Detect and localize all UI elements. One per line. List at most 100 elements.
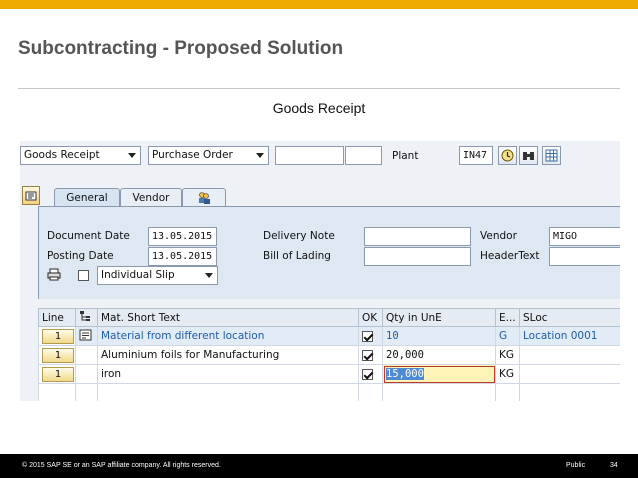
table-row	[38, 383, 620, 401]
col-ok[interactable]: OK	[358, 308, 383, 327]
qty-cell[interactable]: 20,000	[382, 345, 496, 365]
material-text-cell: iron	[97, 364, 359, 384]
delivery-note-input[interactable]	[364, 227, 471, 246]
ok-cell[interactable]	[358, 345, 383, 365]
sloc-cell[interactable]	[519, 345, 620, 365]
line-cell[interactable]: 1	[38, 326, 76, 346]
empty-cell	[358, 383, 383, 401]
col-qty[interactable]: Qty in UnE	[382, 308, 496, 327]
copyright-text: © 2015 SAP SE or an SAP affiliate compan…	[22, 462, 221, 469]
ok-cell[interactable]	[358, 364, 383, 384]
table-row[interactable]: 1 Aluminium foils for Manufacturing 20,0…	[38, 345, 620, 365]
delivery-note-label: Delivery Note	[263, 230, 335, 242]
top-accent-bar	[0, 0, 638, 9]
print-icon[interactable]	[47, 268, 61, 281]
line-button[interactable]: 1	[42, 328, 74, 344]
col-line[interactable]: Line	[38, 308, 76, 327]
overview-button[interactable]	[542, 146, 561, 165]
ok-checkbox[interactable]	[362, 349, 373, 361]
line-cell[interactable]: 1	[38, 364, 76, 384]
slip-select[interactable]: Individual Slip	[97, 266, 218, 285]
printer-icon	[47, 268, 61, 281]
posting-date-label: Posting Date	[47, 250, 114, 262]
bill-of-lading-input[interactable]	[364, 247, 471, 266]
col-sloc[interactable]: SLoc	[519, 308, 620, 327]
vendor-label: Vendor	[480, 230, 517, 242]
slide-subtitle: Goods Receipt	[272, 100, 366, 116]
transaction-select[interactable]: Goods Receipt	[20, 146, 141, 165]
empty-cell	[382, 383, 496, 401]
empty-cell	[495, 383, 520, 401]
line-cell[interactable]: 1	[38, 345, 76, 365]
sloc-cell[interactable]	[519, 364, 620, 384]
chevron-down-icon	[128, 153, 136, 158]
empty-cell	[75, 383, 98, 401]
empty-cell	[97, 383, 359, 401]
slip-select-value: Individual Slip	[101, 269, 175, 281]
col-structure[interactable]	[75, 308, 98, 327]
tab-vendor-label: Vendor	[132, 192, 170, 204]
slide-title: Subcontracting - Proposed Solution	[18, 38, 344, 59]
item-grid: Line Mat. Short Text OK Qty in UnE E... …	[38, 308, 620, 401]
slide-footer: © 2015 SAP SE or an SAP affiliate compan…	[0, 454, 638, 478]
ok-checkbox[interactable]	[362, 330, 373, 342]
tree-structure-icon	[80, 311, 90, 321]
execute-icon	[501, 149, 514, 162]
structure-cell[interactable]	[75, 326, 98, 346]
classification-text: Public	[566, 462, 586, 469]
print-checkbox[interactable]	[78, 270, 89, 281]
qty-selected-text[interactable]: 15,000	[386, 368, 424, 380]
plant-input[interactable]: IN47	[459, 146, 493, 165]
document-date-label: Document Date	[47, 230, 130, 242]
sap-migo-screen: Goods Receipt Purchase Order Plant IN47 …	[20, 141, 620, 401]
material-text-cell: Aluminium foils for Manufacturing	[97, 345, 359, 365]
tab-partners[interactable]	[182, 188, 226, 207]
empty-cell	[38, 383, 76, 401]
line-button[interactable]: 1	[42, 347, 74, 363]
execute-button[interactable]	[498, 146, 517, 165]
structure-cell	[75, 345, 98, 365]
tab-general-label: General	[66, 192, 108, 204]
table-row[interactable]: 1 Material from different location 10 G …	[38, 326, 620, 346]
table-icon	[545, 149, 558, 162]
partners-icon	[199, 192, 210, 204]
plant-label: Plant	[392, 150, 419, 162]
title-divider	[18, 88, 620, 89]
document-icon	[25, 191, 37, 200]
bill-of-lading-label: Bill of Lading	[263, 250, 331, 262]
structure-cell	[75, 364, 98, 384]
ok-cell[interactable]	[358, 326, 383, 346]
line-button[interactable]: 1	[42, 366, 74, 382]
subcontract-header-icon	[79, 329, 92, 340]
detail-toggle-button[interactable]	[22, 186, 40, 205]
reference-select[interactable]: Purchase Order	[148, 146, 269, 165]
header-text-label: HeaderText	[480, 250, 540, 262]
document-number-input[interactable]	[275, 146, 344, 165]
page-number: 34	[610, 462, 618, 469]
tab-general[interactable]: General	[54, 188, 120, 207]
document-year-input[interactable]	[345, 146, 382, 165]
unit-cell: KG	[495, 364, 520, 384]
transaction-select-value: Goods Receipt	[24, 149, 100, 161]
col-unit[interactable]: E...	[495, 308, 520, 327]
document-date-input[interactable]: 13.05.2015	[148, 227, 217, 246]
col-material-text[interactable]: Mat. Short Text	[97, 308, 359, 327]
sloc-cell[interactable]: Location 0001	[519, 326, 620, 346]
find-button[interactable]	[519, 146, 538, 165]
unit-cell: KG	[495, 345, 520, 365]
posting-date-input[interactable]: 13.05.2015	[148, 247, 217, 266]
chevron-down-icon	[205, 273, 213, 278]
qty-cell-editing[interactable]: 15,000	[382, 364, 496, 384]
unit-cell: G	[495, 326, 520, 346]
material-text-cell: Material from different location	[97, 326, 359, 346]
reference-select-value: Purchase Order	[152, 149, 233, 161]
binoculars-icon	[523, 152, 534, 160]
chevron-down-icon	[256, 153, 264, 158]
vendor-input[interactable]: MIGO	[549, 227, 620, 246]
empty-cell	[519, 383, 620, 401]
qty-cell[interactable]: 10	[382, 326, 496, 346]
tab-vendor[interactable]: Vendor	[120, 188, 182, 207]
table-row[interactable]: 1 iron 15,000 KG	[38, 364, 620, 384]
ok-checkbox[interactable]	[362, 368, 373, 380]
header-text-input[interactable]	[549, 247, 620, 266]
